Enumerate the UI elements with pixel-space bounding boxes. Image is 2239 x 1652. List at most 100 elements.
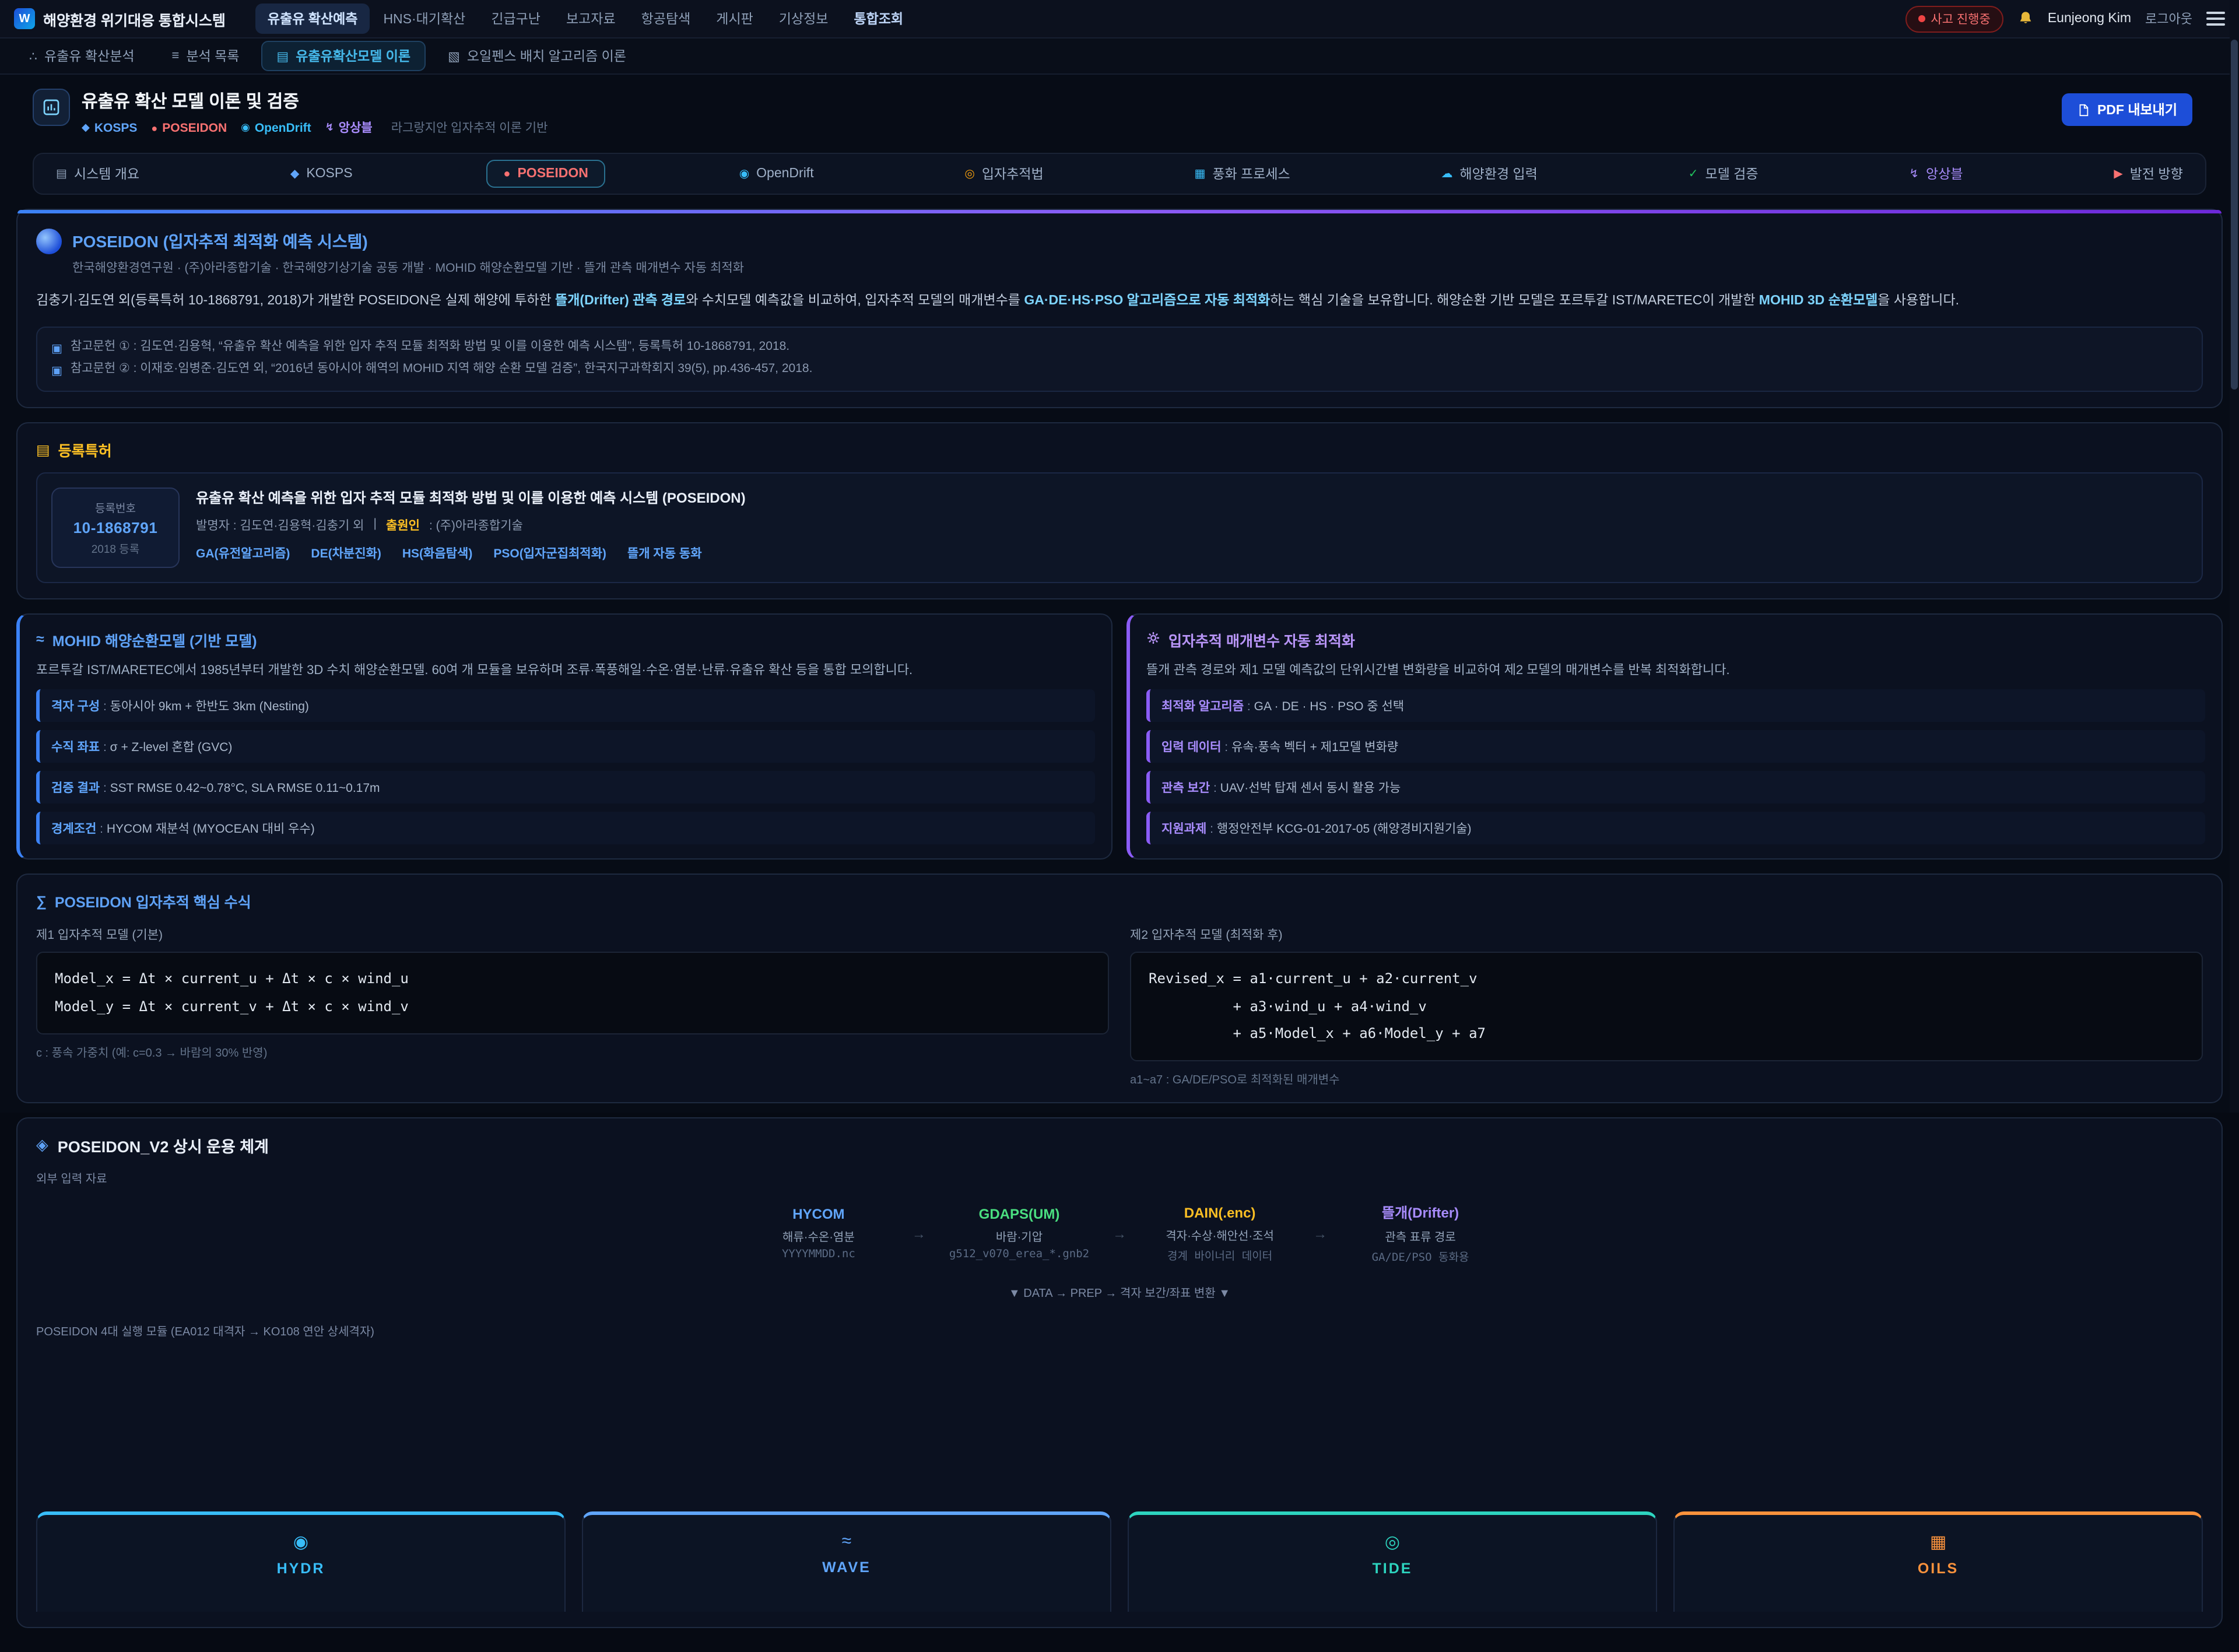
- nav-item-reports[interactable]: 보고자료: [555, 3, 627, 34]
- reference-2: ▣ 참고문헌 ② : 이재호·임병준·김도연 외, “2016년 동아시아 해역…: [51, 359, 2188, 381]
- incident-status-label: 사고 진행중: [1931, 10, 1990, 27]
- main-nav: 유출유 확산예측 HNS·대기확산 긴급구난 보고자료 항공탐색 게시판 기상정…: [256, 3, 1896, 34]
- section-nav-overview[interactable]: ▤ 시스템 개요: [38, 157, 157, 190]
- menu-hamburger-icon[interactable]: [2206, 12, 2225, 26]
- highlight-mohid: MOHID 3D 순환모델: [1759, 294, 1878, 308]
- section-nav: ▤ 시스템 개요 ◆ KOSPS ● POSEIDON ◉ OpenDrift …: [33, 153, 2206, 195]
- patent-inventors: 발명자 : 김도연·김용혁·김충기 외: [196, 516, 364, 534]
- module-tide[interactable]: ◎ TIDE: [1128, 1512, 1657, 1612]
- highlight-optimization: GA·DE·HS·PSO 알고리즘으로 자동 최적화: [1024, 294, 1270, 308]
- patent-year: 2018 등록: [59, 539, 171, 556]
- flow-arrow-icon: →: [912, 1226, 926, 1242]
- optimize-row-input: 입력 데이터유속·풍속 벡터 + 제1모델 변화량: [1146, 730, 2205, 763]
- tab-oil-fence-theory[interactable]: ▧ 오일펜스 배치 알고리즘 이론: [433, 41, 641, 71]
- tag-de[interactable]: DE(차분진화): [311, 544, 381, 562]
- source-dain: DAIN(.enc) 격자·수상·해안선·조석 경계 바이너리 데이터: [1150, 1205, 1290, 1263]
- analysis-icon: ∴: [29, 48, 37, 64]
- mohid-description: 포르투갈 IST/MARETEC에서 1985년부터 개발한 3D 수치 해양순…: [36, 661, 1095, 681]
- section-nav-ensemble[interactable]: ↯ 앙상블: [1891, 157, 1980, 190]
- section-nav-kosps[interactable]: ◆ KOSPS: [273, 160, 370, 188]
- mohid-title: ≈ MOHID 해양순환모델 (기반 모델): [36, 628, 1095, 650]
- tab-model-theory[interactable]: ▤ 유출유확산모델 이론: [261, 41, 426, 71]
- lightning-icon: ↯: [325, 121, 334, 134]
- tag-pso[interactable]: PSO(입자군집최적화): [493, 544, 606, 562]
- formula-model1: 제1 입자추적 모델 (기본) Model_x = Δt × current_u…: [36, 926, 1109, 1087]
- logout-button[interactable]: 로그아웃: [2145, 9, 2192, 28]
- optimize-row-algorithm: 최적화 알고리즘GA · DE · HS · PSO 중 선택: [1146, 689, 2205, 722]
- oil-grid-icon: ▦: [1675, 1532, 2202, 1553]
- app-title: 해양환경 위기대응 통합시스템: [43, 8, 226, 30]
- poseidon-orb-icon: [36, 229, 62, 254]
- nav-item-hns-diffusion[interactable]: HNS·대기확산: [371, 3, 477, 34]
- formula-model2: 제2 입자추적 모델 (최적화 후) Revised_x = a1·curren…: [1130, 926, 2203, 1087]
- flow-arrow-icon: →: [1113, 1226, 1126, 1242]
- section-nav-validation[interactable]: ✓ 모델 검증: [1671, 157, 1776, 190]
- patent-title: 유출유 확산 예측을 위한 입자 추적 모듈 최적화 방법 및 이를 이용한 예…: [196, 487, 746, 508]
- diamond-icon: ◆: [82, 121, 90, 134]
- tab-label: 분석 목록: [186, 47, 239, 65]
- patent-number-box: 등록번호 10-1868791 2018 등록: [51, 487, 180, 567]
- cloud-icon: ☁: [1441, 167, 1453, 180]
- tab-spill-analysis[interactable]: ∴ 유출유 확산분석: [14, 41, 150, 71]
- brand: W 해양환경 위기대응 통합시스템: [14, 8, 226, 30]
- module-hydr[interactable]: ◉ HYDR: [36, 1512, 566, 1612]
- source-hycom: HYCOM 해류·수온·염분 YYYYMMDD.nc: [749, 1206, 889, 1261]
- input-data-label: 외부 입력 자료: [36, 1169, 2203, 1187]
- nav-item-aerial-search[interactable]: 항공탐색: [630, 3, 703, 34]
- clipboard-icon: ▤: [36, 440, 50, 458]
- optimization-title: 입자추적 매개변수 자동 최적화: [1146, 628, 2205, 650]
- section-nav-particle-tracking[interactable]: ◎ 입자추적법: [947, 157, 1061, 190]
- main-content: 유출유 확산 모델 이론 및 검증 ◆KOSPS ●POSEIDON ◉Open…: [0, 75, 2239, 1652]
- notification-bell-icon[interactable]: [2017, 10, 2034, 27]
- nav-item-oil-spill-forecast[interactable]: 유출유 확산예측: [256, 3, 370, 34]
- optimization-description: 뜰개 관측 경로와 제1 모델 예측값의 단위시간별 변화량을 비교하여 제2 …: [1146, 661, 2205, 681]
- check-icon: ✓: [1689, 167, 1698, 180]
- nav-item-integrated-search[interactable]: 통합조회: [842, 3, 915, 34]
- section-nav-future[interactable]: ▶ 발전 방향: [2096, 157, 2200, 190]
- section-nav-poseidon[interactable]: ● POSEIDON: [486, 160, 606, 188]
- tab-analysis-list[interactable]: ≡ 분석 목록: [157, 41, 255, 71]
- document-icon: ▧: [448, 48, 460, 64]
- formula-model1-caption: c : 풍속 가중치 (예: c=0.3 → 바람의 30% 반영): [36, 1043, 1109, 1060]
- tag-ga[interactable]: GA(유전알고리즘): [196, 544, 290, 562]
- formula-model2-code: Revised_x = a1·current_u + a2·current_v …: [1130, 952, 2203, 1061]
- nav-item-emergency-rescue[interactable]: 긴급구난: [479, 3, 552, 34]
- page-subtitle-note: 라그랑지안 입자추적 이론 기반: [391, 119, 548, 136]
- flow-arrow-icon: →: [1313, 1226, 1327, 1242]
- page-scrollbar: [2230, 0, 2239, 1113]
- grid-icon: ▦: [1194, 167, 1205, 180]
- arrow-icon: ▶: [2114, 167, 2122, 180]
- target-icon: ◎: [964, 167, 974, 180]
- tag-drifter-assimilation[interactable]: 뜰개 자동 동화: [627, 544, 702, 562]
- scrollbar-thumb[interactable]: [2231, 40, 2238, 390]
- operations-card: ◈ POSEIDON_V2 상시 운용 체계 외부 입력 자료 HYCOM 해류…: [16, 1118, 2223, 1629]
- user-name: Eunjeong Kim: [2048, 12, 2131, 26]
- badge-kosps: ◆KOSPS: [82, 121, 137, 135]
- data-flow-caption: ▼ DATA → PREP → 격자 보간/좌표 변환 ▼: [36, 1283, 2203, 1301]
- badge-row: ◆KOSPS ●POSEIDON ◉OpenDrift ↯앙상블 라그랑지안 입…: [82, 119, 548, 136]
- section-nav-weathering[interactable]: ▦ 풍화 프로세스: [1177, 157, 1307, 190]
- poseidon-intro-card: POSEIDON (입자추적 최적화 예측 시스템) 한국해양환경연구원 · (…: [16, 209, 2223, 408]
- page-title: 유출유 확산 모델 이론 및 검증: [82, 89, 548, 113]
- module-oils[interactable]: ▦ OILS: [1673, 1512, 2203, 1612]
- lightning-icon: ↯: [1909, 167, 1919, 180]
- module-wave[interactable]: ≈ WAVE: [582, 1512, 1111, 1612]
- nav-item-board[interactable]: 게시판: [704, 3, 765, 34]
- optimization-card: 입자추적 매개변수 자동 최적화 뜰개 관측 경로와 제1 모델 예측값의 단위…: [1126, 613, 2223, 860]
- tag-hs[interactable]: HS(화음탐색): [402, 544, 472, 562]
- nav-item-weather-info[interactable]: 기상정보: [767, 3, 840, 34]
- mohid-row-validation: 검증 결과SST RMSE 0.42~0.78°C, SLA RMSE 0.11…: [36, 771, 1095, 804]
- hydro-icon: ◉: [37, 1532, 564, 1553]
- pdf-export-button[interactable]: PDF 내보내기: [2062, 93, 2192, 126]
- section-nav-ocean-input[interactable]: ☁ 해양환경 입력: [1424, 157, 1555, 190]
- patent-number: 10-1868791: [59, 518, 171, 536]
- wave-icon: ≈: [583, 1532, 1110, 1552]
- optimize-row-observation: 관측 보간UAV·선박 탑재 센서 동시 활용 가능: [1146, 771, 2205, 804]
- section-nav-opendrift[interactable]: ◉ OpenDrift: [722, 160, 831, 188]
- mohid-row-boundary: 경계조건HYCOM 재분석 (MYOCEAN 대비 우수): [36, 812, 1095, 844]
- circle-icon: ◉: [241, 121, 250, 134]
- top-bar: W 해양환경 위기대응 통합시스템 유출유 확산예측 HNS·대기확산 긴급구난…: [0, 0, 2239, 38]
- patent-detail-box: 등록번호 10-1868791 2018 등록 유출유 확산 예측을 위한 입자…: [36, 472, 2203, 583]
- operations-title: ◈ POSEIDON_V2 상시 운용 체계: [36, 1134, 2203, 1158]
- incident-status-badge[interactable]: 사고 진행중: [1905, 5, 2003, 32]
